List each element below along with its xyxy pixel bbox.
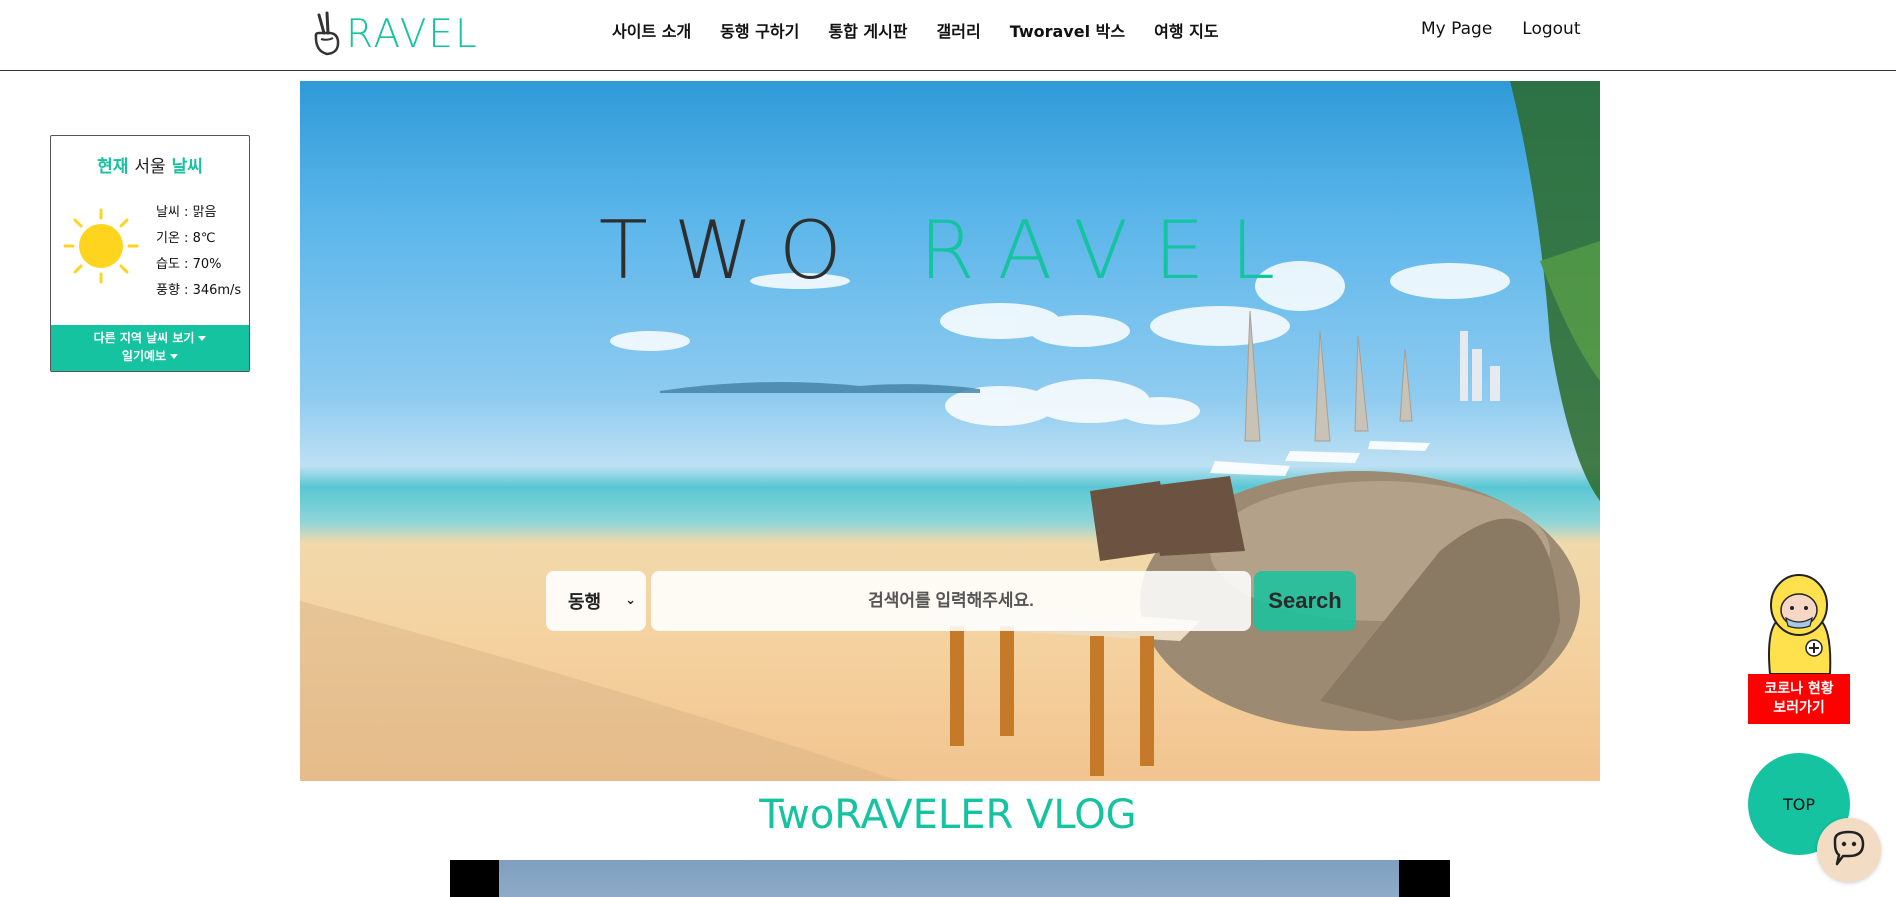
chevron-down-icon: ⌄ — [625, 593, 636, 608]
forecast-button[interactable]: 일기예보 — [51, 347, 249, 365]
logout-link[interactable]: Logout — [1522, 19, 1580, 39]
nav-find-companion[interactable]: 동행 구하기 — [720, 18, 799, 42]
nav-site-intro[interactable]: 사이트 소개 — [612, 18, 691, 42]
forecast-label: 일기예보 — [121, 349, 167, 363]
hero-title: TWO RAVEL — [300, 204, 1600, 297]
my-page-link[interactable]: My Page — [1421, 19, 1492, 39]
vlog-video-thumbnail — [499, 860, 1399, 897]
beach-background-image — [300, 81, 1600, 781]
chat-button[interactable] — [1817, 818, 1881, 882]
hero-banner: TWO RAVEL 동행 ⌄ Search — [300, 81, 1600, 781]
vlog-section-title: TwoRAVELER VLOG — [759, 792, 1137, 838]
weather-title-city: 서울 — [134, 157, 166, 177]
weather-widget: 현재 서울 날씨 날씨 : 맑음 기온 : 8℃ 습도 : 70% 풍향 : 3… — [50, 135, 250, 372]
weather-title: 현재 서울 날씨 — [51, 152, 249, 177]
weather-details: 날씨 : 맑음 기온 : 8℃ 습도 : 70% 풍향 : 346m/s — [156, 200, 241, 304]
other-region-weather-button[interactable]: 다른 지역 날씨 보기 — [51, 329, 249, 347]
top-navigation-bar: RAVEL 사이트 소개 동행 구하기 통합 게시판 갤러리 Tworavel … — [0, 0, 1896, 71]
weather-footer: 다른 지역 날씨 보기 일기예보 — [51, 325, 249, 371]
main-nav: 사이트 소개 동행 구하기 통합 게시판 갤러리 Tworavel 박스 여행 … — [612, 18, 1248, 42]
site-logo[interactable]: RAVEL — [311, 10, 479, 58]
top-label: TOP — [1782, 794, 1815, 814]
search-input[interactable] — [651, 571, 1251, 631]
account-links: My Page Logout — [1421, 19, 1611, 39]
search-category-value: 동행 — [568, 592, 602, 613]
caret-down-icon — [198, 336, 207, 341]
nav-board[interactable]: 통합 게시판 — [828, 18, 907, 42]
covid-status-button[interactable]: 코로나 현황 보러가기 — [1748, 570, 1850, 724]
sun-icon — [63, 208, 139, 284]
weather-humidity: 습도 : 70% — [156, 257, 222, 272]
search-category-select[interactable]: 동행 ⌄ — [546, 571, 646, 631]
weather-title-weather: 날씨 — [171, 157, 203, 177]
hero-title-ravel: RAVEL — [919, 204, 1302, 297]
search-button[interactable]: Search — [1254, 571, 1356, 631]
covid-label-line2: 보러가기 — [1773, 700, 1825, 716]
nav-tworavel-box[interactable]: Tworavel 박스 — [1010, 18, 1125, 42]
caret-down-icon — [170, 354, 179, 359]
nav-gallery[interactable]: 갤러리 — [937, 18, 981, 42]
hero-title-two: TWO — [598, 204, 868, 297]
logo-text: RAVEL — [346, 11, 479, 57]
nav-travel-map[interactable]: 여행 지도 — [1154, 18, 1218, 42]
weather-title-now: 현재 — [97, 157, 129, 177]
peace-hand-logo-icon — [314, 11, 340, 56]
covid-label: 코로나 현황 보러가기 — [1748, 674, 1850, 724]
other-region-label: 다른 지역 날씨 보기 — [93, 331, 195, 345]
hazmat-character-icon — [1768, 574, 1832, 674]
chat-bubble-icon — [1833, 830, 1865, 866]
vlog-video-player[interactable] — [450, 860, 1450, 897]
covid-label-line1: 코로나 현황 — [1764, 681, 1834, 697]
weather-wind: 풍향 : 346m/s — [156, 283, 242, 298]
weather-condition: 날씨 : 맑음 — [156, 205, 217, 220]
weather-temperature: 기온 : 8℃ — [156, 231, 216, 246]
